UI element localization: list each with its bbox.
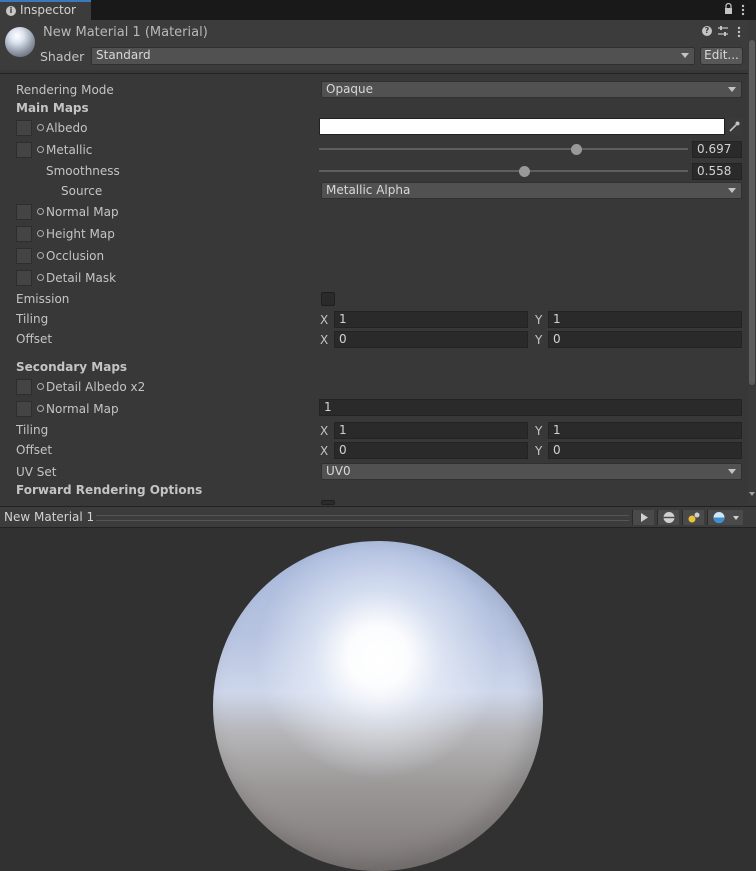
texture-picker-icon[interactable] <box>37 274 44 281</box>
main-maps-header: Main Maps <box>16 101 89 115</box>
tiling-y-label: Y <box>535 313 543 327</box>
height-map-label: Height Map <box>46 227 115 241</box>
chevron-down-icon <box>728 87 736 92</box>
preview-mesh-dropdown[interactable] <box>707 510 743 525</box>
secondary-tiling-x-field[interactable]: 1 <box>334 422 528 439</box>
occlusion-slot[interactable] <box>16 248 32 264</box>
secondary-normal-map-slot[interactable] <box>16 401 32 417</box>
texture-picker-icon[interactable] <box>37 146 44 153</box>
chevron-down-icon <box>728 188 736 193</box>
secondary-offset-y-field[interactable]: 0 <box>548 442 742 459</box>
chevron-down-icon <box>681 53 689 58</box>
texture-picker-icon[interactable] <box>37 383 44 390</box>
metallic-texture-slot[interactable] <box>16 142 32 158</box>
source-dropdown[interactable]: Metallic Alpha <box>321 182 742 199</box>
albedo-texture-slot[interactable] <box>16 120 32 136</box>
detail-albedo-slot[interactable] <box>16 379 32 395</box>
texture-picker-icon[interactable] <box>37 124 44 131</box>
material-preview-icon <box>5 27 35 57</box>
tiling-x-field[interactable]: 1 <box>334 311 528 328</box>
shader-value: Standard <box>96 48 151 62</box>
settings-icon[interactable] <box>717 25 729 37</box>
metallic-slider-track[interactable] <box>319 148 688 150</box>
secondary-tiling-label: Tiling <box>16 423 49 437</box>
metallic-value-field[interactable]: 0.697 <box>692 141 742 158</box>
tiling-label: Tiling <box>16 312 49 326</box>
normal-map-label: Normal Map <box>46 205 119 219</box>
texture-picker-icon[interactable] <box>37 405 44 412</box>
play-button[interactable] <box>632 510 654 525</box>
source-value: Metallic Alpha <box>326 183 411 197</box>
uv-set-value: UV0 <box>326 464 351 478</box>
scrollbar-thumb[interactable] <box>749 40 755 385</box>
texture-picker-icon[interactable] <box>37 230 44 237</box>
lock-icon[interactable] <box>724 2 733 15</box>
preview-sphere-button[interactable] <box>657 510 679 525</box>
preview-toolbar: New Material 1 <box>0 506 756 528</box>
rendering-mode-dropdown[interactable]: Opaque <box>321 81 742 98</box>
edit-shader-button[interactable]: Edit... <box>700 47 743 65</box>
offset-x-field[interactable]: 0 <box>334 331 528 348</box>
albedo-label: Albedo <box>46 121 88 135</box>
occlusion-label: Occlusion <box>46 249 105 263</box>
emission-checkbox[interactable] <box>321 292 335 306</box>
detail-mask-label: Detail Mask <box>46 271 117 285</box>
offset-y-field[interactable]: 0 <box>548 331 742 348</box>
header-menu-icon[interactable] <box>736 25 742 38</box>
secondary-tiling-y-field[interactable]: 1 <box>548 422 742 439</box>
help-icon[interactable]: ? <box>702 26 712 36</box>
metallic-slider-thumb[interactable] <box>570 144 582 155</box>
rendering-mode-label: Rendering Mode <box>16 83 114 97</box>
texture-picker-icon[interactable] <box>37 252 44 259</box>
albedo-color-field[interactable] <box>319 118 725 135</box>
secondary-offset-y-label: Y <box>535 444 543 458</box>
shader-dropdown[interactable]: Standard <box>91 47 695 65</box>
source-label: Source <box>61 184 103 198</box>
divider <box>0 73 748 74</box>
secondary-offset-label: Offset <box>16 443 53 457</box>
tiling-y-field[interactable]: 1 <box>548 311 742 328</box>
preview-sphere <box>213 541 543 871</box>
smoothness-slider-thumb[interactable] <box>519 166 531 177</box>
tab-label: Inspector <box>20 3 76 17</box>
secondary-tiling-y-label: Y <box>535 424 543 438</box>
tab-inspector[interactable]: i Inspector <box>0 0 91 20</box>
offset-label: Offset <box>16 332 53 346</box>
uv-set-label: UV Set <box>16 465 57 479</box>
preview-drag-handle[interactable] <box>96 515 629 521</box>
chevron-down-icon <box>728 469 736 474</box>
offset-x-label: X <box>320 333 329 347</box>
smoothness-value-field[interactable]: 0.558 <box>692 163 742 180</box>
tiling-x-label: X <box>320 313 329 327</box>
uv-set-dropdown[interactable]: UV0 <box>321 463 742 480</box>
texture-picker-icon[interactable] <box>37 208 44 215</box>
preview-title: New Material 1 <box>4 510 95 524</box>
detail-mask-slot[interactable] <box>16 270 32 286</box>
detail-albedo-label: Detail Albedo x2 <box>46 380 146 394</box>
menu-icon[interactable] <box>740 3 746 16</box>
material-title: New Material 1 (Material) <box>43 25 208 40</box>
emission-label: Emission <box>16 292 70 306</box>
info-icon: i <box>6 6 16 16</box>
secondary-tiling-x-label: X <box>320 424 329 438</box>
secondary-maps-header: Secondary Maps <box>16 360 128 374</box>
normal-map-slot[interactable] <box>16 204 32 220</box>
rendering-mode-value: Opaque <box>326 82 374 96</box>
metallic-label: Metallic <box>46 143 93 157</box>
eyedropper-icon[interactable] <box>726 118 742 135</box>
scroll-down-icon[interactable] <box>749 492 755 496</box>
offset-y-label: Y <box>535 333 543 347</box>
secondary-offset-x-field[interactable]: 0 <box>334 442 528 459</box>
secondary-offset-x-label: X <box>320 444 329 458</box>
preview-lights-button[interactable] <box>682 510 704 525</box>
secondary-normal-scale-field[interactable]: 1 <box>319 399 742 416</box>
tab-bar <box>0 0 756 20</box>
smoothness-label: Smoothness <box>46 164 120 178</box>
shader-label: Shader <box>40 49 85 64</box>
secondary-normal-map-label: Normal Map <box>46 402 119 416</box>
smoothness-slider-track[interactable] <box>319 170 688 172</box>
height-map-slot[interactable] <box>16 226 32 242</box>
forward-rendering-header: Forward Rendering Options <box>16 483 203 497</box>
specular-highlights-checkbox[interactable] <box>321 500 335 505</box>
